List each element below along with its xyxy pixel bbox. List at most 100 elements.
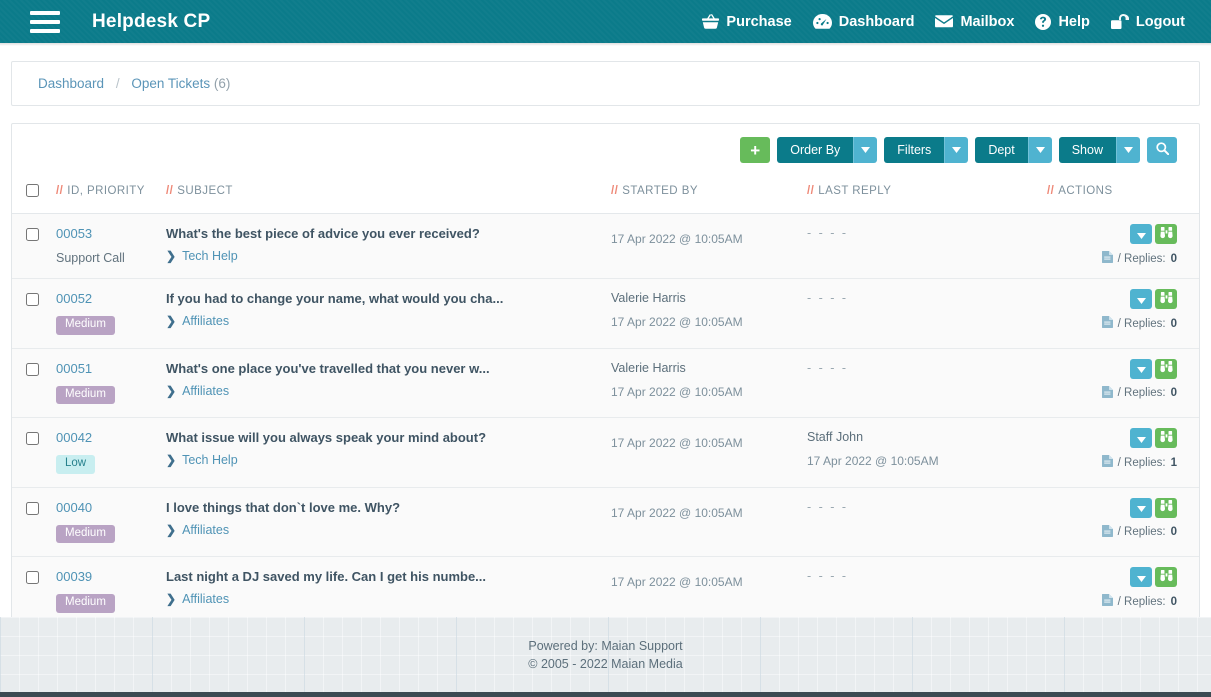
ticket-id-cell: 00040 Medium xyxy=(56,487,166,557)
order-by-label[interactable]: Order By xyxy=(777,137,854,163)
column-header-last-reply[interactable]: //LAST REPLY xyxy=(807,176,1047,214)
ticket-view-button[interactable] xyxy=(1155,289,1177,309)
binoculars-icon xyxy=(1159,361,1173,376)
slash-marker: // xyxy=(1047,185,1055,197)
app-brand-title: Helpdesk CP xyxy=(92,10,211,32)
ticket-actions-dropdown-button[interactable] xyxy=(1130,289,1152,309)
ticket-department-link[interactable]: ❯ Affiliates xyxy=(166,523,611,537)
filters-label[interactable]: Filters xyxy=(884,137,945,163)
ticket-department-label: Affiliates xyxy=(182,522,230,537)
ticket-subject-link[interactable]: What's the best piece of advice you ever… xyxy=(166,226,611,241)
row-select-checkbox[interactable] xyxy=(26,293,39,306)
filters-dropdown[interactable]: Filters xyxy=(884,137,969,163)
ticket-subject-link[interactable]: What issue will you always speak your mi… xyxy=(166,430,611,445)
ticket-subject-link[interactable]: Last night a DJ saved my life. Can I get… xyxy=(166,569,611,584)
nav-label-dashboard: Dashboard xyxy=(838,13,915,30)
hamburger-icon[interactable] xyxy=(30,10,60,33)
tickets-table-head: //ID, PRIORITY //SUBJECT //STARTED BY //… xyxy=(12,176,1199,214)
ticket-subject-link[interactable]: I love things that don`t love me. Why? xyxy=(166,500,611,515)
ticket-department-link[interactable]: ❯ Tech Help xyxy=(166,249,611,263)
show-dropdown[interactable]: Show xyxy=(1058,137,1140,163)
ticket-department-link[interactable]: ❯ Affiliates xyxy=(166,592,611,606)
ticket-id-link[interactable]: 00053 xyxy=(56,226,92,241)
ticket-replies-info: / Replies: 0 xyxy=(1101,385,1177,401)
binoculars-icon xyxy=(1159,291,1173,307)
ticket-subject-cell: What's the best piece of advice you ever… xyxy=(166,213,611,279)
chevron-down-icon[interactable] xyxy=(853,137,878,163)
breadcrumb-link-dashboard[interactable]: Dashboard xyxy=(38,76,104,91)
order-by-dropdown[interactable]: Order By xyxy=(777,137,878,163)
row-select-checkbox[interactable] xyxy=(26,501,39,515)
ticket-priority-badge: Low xyxy=(56,455,96,474)
nav-item-mailbox[interactable]: Mailbox xyxy=(935,14,1014,30)
column-label-subject: SUBJECT xyxy=(177,185,233,197)
ticket-view-button[interactable] xyxy=(1155,224,1177,244)
chevron-down-icon[interactable] xyxy=(1116,137,1140,163)
table-row: 00053 Support Call What's the best piece o… xyxy=(12,213,1199,279)
add-ticket-button[interactable]: + xyxy=(740,137,771,163)
ticket-view-button[interactable] xyxy=(1155,567,1177,587)
ticket-started-by-cell: 17 Apr 2022 @ 10:05AM xyxy=(611,417,807,488)
page-body: Dashboard / Open Tickets (6) + Order By … xyxy=(0,61,1211,697)
ticket-subject-cell: What's one place you've travelled that y… xyxy=(166,348,611,418)
ticket-id-link[interactable]: 00039 xyxy=(56,569,92,584)
breadcrumb-separator: / xyxy=(115,76,120,91)
ticket-department-label: Affiliates xyxy=(182,592,230,606)
column-label-actions: ACTIONS xyxy=(1058,185,1113,197)
ticket-subject-link[interactable]: If you had to change your name, what wou… xyxy=(166,291,611,306)
ticket-started-by-name: Valerie Harris xyxy=(611,360,686,375)
chevron-down-icon[interactable] xyxy=(944,137,969,163)
breadcrumb-link-open-tickets[interactable]: Open Tickets xyxy=(131,76,210,91)
document-icon xyxy=(1101,316,1113,331)
ticket-id-link[interactable]: 00042 xyxy=(56,430,92,445)
ticket-actions-cell: / Replies: 0 xyxy=(1047,213,1199,279)
ticket-actions-dropdown-button[interactable] xyxy=(1130,428,1152,448)
row-select-checkbox[interactable] xyxy=(26,228,39,241)
ticket-replies-info: / Replies: 1 xyxy=(1101,455,1177,470)
ticket-subject-link[interactable]: What's one place you've travelled that y… xyxy=(166,361,611,376)
column-header-id-priority[interactable]: //ID, PRIORITY xyxy=(56,176,166,214)
nav-label-help: Help xyxy=(1058,13,1090,30)
dept-label[interactable]: Dept xyxy=(975,137,1028,163)
chevron-down-icon[interactable] xyxy=(1027,137,1052,163)
column-header-started-by[interactable]: //STARTED BY xyxy=(611,176,807,214)
ticket-replies-count: 1 xyxy=(1170,456,1177,469)
ticket-subject-cell: I love things that don`t love me. Why? ❯ A… xyxy=(166,487,611,557)
ticket-department-link[interactable]: ❯ Tech Help xyxy=(166,453,611,467)
document-icon xyxy=(1101,385,1113,401)
ticket-department-label: Tech Help xyxy=(182,453,238,467)
ticket-department-link[interactable]: ❯ Affiliates xyxy=(166,314,611,328)
document-icon xyxy=(1101,455,1113,470)
dept-dropdown[interactable]: Dept xyxy=(975,137,1052,163)
show-label[interactable]: Show xyxy=(1058,137,1116,163)
ticket-id-link[interactable]: 00040 xyxy=(56,500,92,515)
ticket-id-cell: 00053 Support Call xyxy=(56,213,166,279)
ticket-started-at: 17 Apr 2022 @ 10:05AM xyxy=(611,505,743,520)
column-header-subject[interactable]: //SUBJECT xyxy=(166,176,611,214)
binoculars-icon xyxy=(1159,226,1173,242)
ticket-view-button[interactable] xyxy=(1155,428,1177,448)
ticket-id-link[interactable]: 00052 xyxy=(56,291,92,306)
nav-item-dashboard[interactable]: Dashboard xyxy=(812,13,915,30)
search-button[interactable] xyxy=(1147,137,1177,163)
select-all-checkbox[interactable] xyxy=(26,184,39,197)
ticket-id-link[interactable]: 00051 xyxy=(56,361,92,376)
nav-item-logout[interactable]: Logout xyxy=(1110,14,1185,30)
row-select-checkbox[interactable] xyxy=(26,432,39,445)
ticket-actions-dropdown-button[interactable] xyxy=(1130,358,1152,379)
ticket-last-reply-empty: - - - - xyxy=(807,569,849,583)
ticket-actions-dropdown-button[interactable] xyxy=(1130,497,1152,518)
nav-item-purchase[interactable]: Purchase xyxy=(702,14,792,30)
row-select-checkbox[interactable] xyxy=(26,571,39,584)
ticket-replies-count: 0 xyxy=(1170,526,1177,538)
ticket-department-link[interactable]: ❯ Affiliates xyxy=(166,384,611,398)
ticket-actions-dropdown-button[interactable] xyxy=(1130,224,1152,244)
nav-item-help[interactable]: Help xyxy=(1035,13,1090,30)
ticket-view-button[interactable] xyxy=(1155,497,1177,518)
ticket-view-button[interactable] xyxy=(1155,358,1177,379)
row-select-checkbox[interactable] xyxy=(26,362,39,376)
ticket-started-by-cell: 17 Apr 2022 @ 10:05AM xyxy=(611,556,807,627)
ticket-replies-label: / Replies: xyxy=(1117,252,1166,265)
ticket-actions-dropdown-button[interactable] xyxy=(1130,567,1152,587)
ticket-replies-label: / Replies: xyxy=(1117,456,1166,469)
